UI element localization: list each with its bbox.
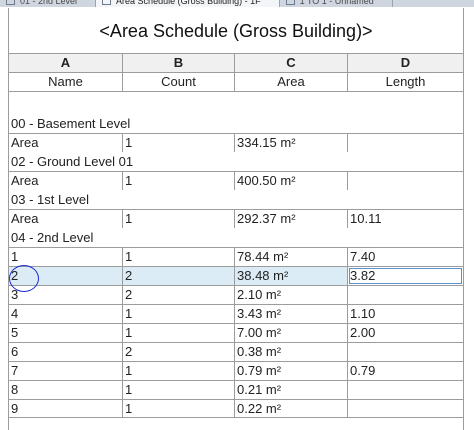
column-name-count[interactable]: Count bbox=[123, 73, 235, 91]
cell-area[interactable]: 38.48 m² bbox=[235, 267, 348, 285]
cell-area[interactable]: 78.44 m² bbox=[235, 248, 348, 266]
markup-circle-annotation bbox=[9, 265, 39, 292]
view-tab[interactable]: 1 TO 1 - Unnamed× bbox=[280, 0, 393, 7]
cell-name[interactable]: Area bbox=[9, 172, 123, 190]
column-letter-b[interactable]: B bbox=[123, 54, 235, 72]
cell-name[interactable]: 5 bbox=[9, 324, 123, 342]
table-row[interactable]: Area 1 334.15 m² bbox=[9, 133, 463, 152]
cell-count[interactable]: 2 bbox=[123, 267, 235, 285]
cell-area[interactable]: 400.50 m² bbox=[235, 172, 348, 190]
view-tab-label: 1 TO 1 - Unnamed bbox=[299, 0, 374, 6]
cell-name[interactable]: 4 bbox=[9, 305, 123, 323]
cell-length[interactable] bbox=[348, 286, 463, 304]
cell-length[interactable] bbox=[348, 400, 463, 417]
column-letter-header: A B C D bbox=[9, 54, 463, 73]
cell-name[interactable]: 1 bbox=[9, 248, 123, 266]
cell-name[interactable]: 6 bbox=[9, 343, 123, 361]
group-header[interactable]: 04 - 2nd Level bbox=[9, 228, 463, 247]
group-header[interactable]: 02 - Ground Level 01 bbox=[9, 152, 463, 171]
cell-name[interactable]: 8 bbox=[9, 381, 123, 399]
table-row[interactable]: 1 1 78.44 m² 7.40 bbox=[9, 247, 463, 266]
column-letter-a[interactable]: A bbox=[9, 54, 123, 72]
cell-count[interactable]: 1 bbox=[123, 362, 235, 380]
cell-area[interactable]: 3.43 m² bbox=[235, 305, 348, 323]
cell-length[interactable] bbox=[348, 172, 463, 190]
table-row[interactable]: 6 2 0.38 m² bbox=[9, 342, 463, 361]
table-row[interactable]: 2 2 38.48 m² 3.82 bbox=[9, 266, 463, 285]
cell-count[interactable]: 1 bbox=[123, 210, 235, 228]
cell-area[interactable]: 0.21 m² bbox=[235, 381, 348, 399]
cell-count[interactable]: 1 bbox=[123, 400, 235, 417]
cell-name[interactable]: Area bbox=[9, 134, 123, 152]
view-tab[interactable]: Area Schedule (Gross Building) - 1F× bbox=[96, 0, 280, 7]
table-row[interactable]: 3 2 2.10 m² bbox=[9, 285, 463, 304]
table-row[interactable]: 8 1 0.21 m² bbox=[9, 380, 463, 399]
table-row[interactable]: 9 1 0.22 m² bbox=[9, 399, 463, 418]
cell-name[interactable]: 7 bbox=[9, 362, 123, 380]
cell-length[interactable]: 0.79 bbox=[348, 362, 463, 380]
cell-length[interactable] bbox=[348, 343, 463, 361]
cell-count[interactable]: 1 bbox=[123, 305, 235, 323]
cell-length[interactable]: 10.11 bbox=[348, 210, 463, 228]
table-row[interactable]: Area 1 400.50 m² bbox=[9, 171, 463, 190]
column-letter-c[interactable]: C bbox=[235, 54, 348, 72]
cell-name[interactable]: Area bbox=[9, 210, 123, 228]
cell-area[interactable]: 7.00 m² bbox=[235, 324, 348, 342]
view-tab-label: 01 - 2nd Level bbox=[20, 0, 78, 6]
column-name-name[interactable]: Name bbox=[9, 73, 123, 91]
cell-length[interactable]: 3.82 bbox=[348, 267, 463, 285]
cell-count[interactable]: 2 bbox=[123, 343, 235, 361]
table-row[interactable]: 7 1 0.79 m² 0.79 bbox=[9, 361, 463, 380]
cell-count[interactable]: 1 bbox=[123, 381, 235, 399]
group-header[interactable]: 03 - 1st Level bbox=[9, 190, 463, 209]
floor-plan-icon bbox=[6, 0, 15, 5]
column-name-header: Name Count Area Length bbox=[9, 73, 463, 92]
cell-count[interactable]: 1 bbox=[123, 324, 235, 342]
column-name-area[interactable]: Area bbox=[235, 73, 348, 91]
cell-area[interactable]: 334.15 m² bbox=[235, 134, 348, 152]
column-letter-d[interactable]: D bbox=[348, 54, 463, 72]
column-name-length[interactable]: Length bbox=[348, 73, 463, 91]
cell-length[interactable]: 1.10 bbox=[348, 305, 463, 323]
cell-count[interactable]: 2 bbox=[123, 286, 235, 304]
table-row[interactable]: Area 1 292.37 m² 10.11 bbox=[9, 209, 463, 228]
view-tab-label: Area Schedule (Gross Building) - 1F bbox=[116, 0, 261, 6]
group-header[interactable]: 00 - Basement Level bbox=[9, 114, 463, 133]
view-tab[interactable]: 01 - 2nd Level× bbox=[0, 0, 97, 7]
cell-name[interactable]: 9 bbox=[9, 400, 123, 417]
cell-area[interactable]: 0.38 m² bbox=[235, 343, 348, 361]
schedule-icon bbox=[102, 0, 112, 5]
cell-length[interactable]: 2.00 bbox=[348, 324, 463, 342]
cell-length[interactable] bbox=[348, 381, 463, 399]
view-tab-bar: 01 - 2nd Level×Area Schedule (Gross Buil… bbox=[0, 0, 474, 7]
table-row[interactable]: 4 1 3.43 m² 1.10 bbox=[9, 304, 463, 323]
table-row[interactable]: 5 1 7.00 m² 2.00 bbox=[9, 323, 463, 342]
cell-count[interactable]: 1 bbox=[123, 134, 235, 152]
schedule-body: 00 - Basement Level Area 1 334.15 m² 02 - Gr… bbox=[9, 114, 463, 418]
cell-area[interactable]: 0.79 m² bbox=[235, 362, 348, 380]
cell-length[interactable] bbox=[348, 134, 463, 152]
schedule-title[interactable]: <Area Schedule (Gross Building)> bbox=[9, 8, 463, 54]
view-icon bbox=[285, 0, 295, 5]
cell-length[interactable]: 7.40 bbox=[348, 248, 463, 266]
cell-area[interactable]: 0.22 m² bbox=[235, 400, 348, 417]
cell-area[interactable]: 292.37 m² bbox=[235, 210, 348, 228]
cell-area[interactable]: 2.10 m² bbox=[235, 286, 348, 304]
cell-count[interactable]: 1 bbox=[123, 172, 235, 190]
cell-count[interactable]: 1 bbox=[123, 248, 235, 266]
schedule-sheet: <Area Schedule (Gross Building)> A B C D… bbox=[8, 8, 464, 430]
